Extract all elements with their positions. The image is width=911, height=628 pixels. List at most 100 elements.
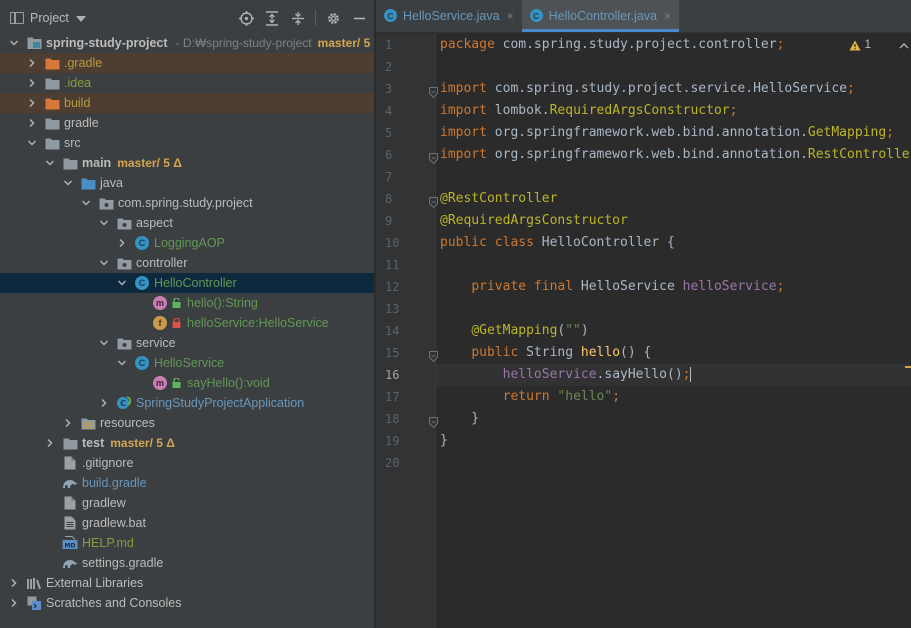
code-line[interactable]: @GetMapping("")	[436, 320, 911, 342]
chevron-right-icon[interactable]	[44, 437, 56, 449]
line-number[interactable]: 18	[376, 408, 438, 430]
tree-item[interactable]: build.gradle	[0, 473, 374, 493]
line-number[interactable]: 6	[376, 144, 438, 166]
expand-all-icon[interactable]	[263, 9, 281, 27]
line-number[interactable]: 7	[376, 166, 435, 188]
line-number[interactable]: 19	[376, 430, 435, 452]
code-line[interactable]: package com.spring.study.project.control…	[436, 34, 911, 56]
editor-tab[interactable]: C HelloService.java ×	[376, 0, 522, 32]
code-line[interactable]: }	[436, 408, 911, 430]
gear-icon[interactable]	[324, 9, 342, 27]
code-line[interactable]	[436, 452, 911, 474]
chevron-down-icon[interactable]	[116, 357, 128, 369]
line-number[interactable]: 17	[376, 386, 435, 408]
line-number[interactable]: 12	[376, 276, 435, 298]
close-icon[interactable]: ×	[507, 9, 514, 23]
tree-item[interactable]: com.spring.study.project	[0, 193, 374, 213]
locate-icon[interactable]	[237, 9, 255, 27]
chevron-right-icon[interactable]	[116, 237, 128, 249]
line-number[interactable]: 9	[376, 210, 435, 232]
chevron-down-icon[interactable]	[44, 157, 56, 169]
tree-item[interactable]: m sayHello():void	[0, 373, 374, 393]
chevron-right-icon[interactable]	[8, 597, 20, 609]
tree-item[interactable]: .gradle	[0, 53, 374, 73]
code-line[interactable]: public class HelloController {	[436, 232, 911, 254]
chevron-down-icon[interactable]	[26, 137, 38, 149]
line-number[interactable]: 4	[376, 100, 435, 122]
tree-item[interactable]: gradlew	[0, 493, 374, 513]
tree-item[interactable]: .idea	[0, 73, 374, 93]
chevron-right-icon[interactable]	[26, 77, 38, 89]
code-line[interactable]: public String hello() {	[436, 342, 911, 364]
code-line[interactable]	[436, 254, 911, 276]
tree-item[interactable]: C SpringStudyProjectApplication	[0, 393, 374, 413]
tree-item[interactable]: service	[0, 333, 374, 353]
tree-item[interactable]: C HelloService	[0, 353, 374, 373]
code-line[interactable]: return "hello";	[436, 386, 911, 408]
chevron-down-icon[interactable]	[116, 277, 128, 289]
chevron-up-icon[interactable]	[897, 39, 911, 53]
line-number[interactable]: 2	[376, 56, 435, 78]
code-line[interactable]	[436, 56, 911, 78]
inspection-widget[interactable]: 1	[849, 39, 871, 51]
code-line[interactable]	[436, 298, 911, 320]
tree-item[interactable]: src	[0, 133, 374, 153]
line-number[interactable]: 15	[376, 342, 438, 364]
tree-item[interactable]: main master/ 5 Δ	[0, 153, 374, 173]
code-line[interactable]: helloService.sayHello();	[436, 364, 911, 386]
line-number[interactable]: 3	[376, 78, 438, 100]
tree-item[interactable]: spring-study-project - D:₩spring-study-pr…	[0, 33, 374, 53]
chevron-down-icon[interactable]	[62, 177, 74, 189]
line-number[interactable]: 13	[376, 298, 435, 320]
code-line[interactable]: import org.springframework.web.bind.anno…	[436, 144, 911, 166]
line-number[interactable]: 1	[376, 34, 435, 56]
line-number[interactable]: 8	[376, 188, 438, 210]
tree-item[interactable]: m hello():String	[0, 293, 374, 313]
chevron-right-icon[interactable]	[8, 577, 20, 589]
chevron-right-icon[interactable]	[98, 397, 110, 409]
project-view-selector[interactable]: Project	[30, 11, 69, 25]
code-line[interactable]: @RestController	[436, 188, 911, 210]
chevron-down-icon[interactable]	[8, 37, 20, 49]
chevron-down-icon[interactable]	[80, 197, 92, 209]
code-line[interactable]	[436, 166, 911, 188]
chevron-down-icon[interactable]	[98, 257, 110, 269]
code-line[interactable]: @RequiredArgsConstructor	[436, 210, 911, 232]
collapse-all-icon[interactable]	[289, 9, 307, 27]
close-icon[interactable]: ×	[664, 9, 671, 23]
line-number[interactable]: 20	[376, 452, 435, 474]
tree-item[interactable]: test master/ 5 Δ	[0, 433, 374, 453]
chevron-down-icon[interactable]	[75, 16, 86, 22]
tree-item[interactable]: External Libraries	[0, 573, 374, 593]
error-stripe-mark[interactable]	[905, 366, 911, 368]
chevron-right-icon[interactable]	[62, 417, 74, 429]
tree-item[interactable]: gradle	[0, 113, 374, 133]
hide-icon[interactable]	[350, 9, 368, 27]
line-number[interactable]: 16	[376, 364, 435, 386]
tree-item[interactable]: Scratches and Consoles	[0, 593, 374, 613]
tree-item[interactable]: .gitignore	[0, 453, 374, 473]
code-line[interactable]: private final HelloService helloService;	[436, 276, 911, 298]
tree-item[interactable]: aspect	[0, 213, 374, 233]
editor-tab[interactable]: C HelloController.java ×	[521, 0, 680, 32]
line-number[interactable]: 11	[376, 254, 435, 276]
code-line[interactable]: }	[436, 430, 911, 452]
chevron-right-icon[interactable]	[26, 97, 38, 109]
line-number[interactable]: 5	[376, 122, 435, 144]
tree-item[interactable]: resources	[0, 413, 374, 433]
tree-item[interactable]: C HelloController	[0, 273, 374, 293]
tree-item[interactable]: f helloService:HelloService	[0, 313, 374, 333]
tree-item[interactable]: build	[0, 93, 374, 113]
tree-item[interactable]: gradlew.bat	[0, 513, 374, 533]
chevron-right-icon[interactable]	[26, 117, 38, 129]
code-line[interactable]: import lombok.RequiredArgsConstructor;	[436, 100, 911, 122]
code-line[interactable]: import org.springframework.web.bind.anno…	[436, 122, 911, 144]
tree-item[interactable]: java	[0, 173, 374, 193]
code-editor[interactable]: package com.spring.study.project.control…	[436, 34, 911, 628]
chevron-down-icon[interactable]	[98, 217, 110, 229]
chevron-right-icon[interactable]	[26, 57, 38, 69]
tree-item[interactable]: controller	[0, 253, 374, 273]
tree-item[interactable]: MD HELP.md	[0, 533, 374, 553]
chevron-down-icon[interactable]	[98, 337, 110, 349]
line-number[interactable]: 10	[376, 232, 435, 254]
